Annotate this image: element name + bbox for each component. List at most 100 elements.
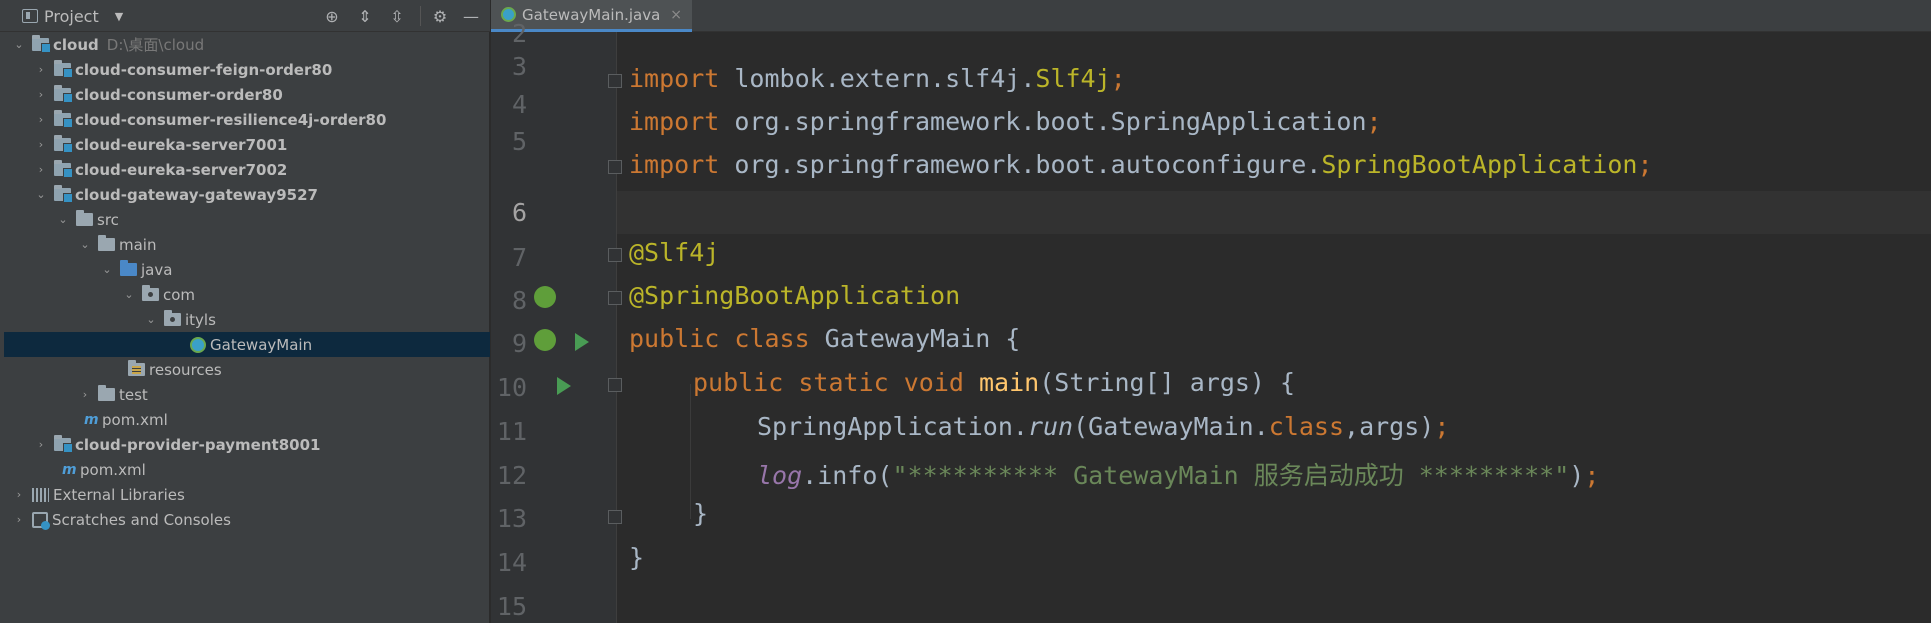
fold-marker[interactable]	[608, 291, 622, 305]
tree-item-folder[interactable]: ⌄ main	[4, 232, 490, 257]
tree-item-label: cloud-consumer-feign-order80	[75, 60, 333, 79]
tree-item-module[interactable]: › cloud-eureka-server7001	[4, 132, 490, 157]
fold-marker[interactable]	[608, 74, 622, 88]
method-name: main	[979, 368, 1040, 397]
line-number: 8	[511, 286, 527, 315]
code-line-4: import org.springframework.boot.SpringAp…	[629, 107, 1382, 136]
collapse-all-icon[interactable]: ⇳	[387, 6, 407, 26]
keyword: import	[629, 107, 720, 136]
chevron-down-icon[interactable]: ⌄	[144, 313, 158, 327]
source-folder-icon	[120, 260, 137, 276]
project-view-selector[interactable]: Project ▼	[22, 0, 123, 32]
tree-item-label: cloud-provider-payment8001	[75, 435, 321, 454]
close-icon[interactable]: ×	[670, 7, 682, 23]
keyword: class	[1268, 412, 1345, 441]
module-folder-icon	[54, 110, 73, 128]
tree-item-module[interactable]: › cloud-eureka-server7002	[4, 157, 490, 182]
string-literal: "********** GatewayMain 服务启动成功 *********…	[892, 461, 1570, 490]
module-folder-icon	[54, 85, 73, 103]
line-number: 7	[511, 243, 527, 272]
chevron-right-icon[interactable]: ›	[34, 163, 48, 177]
tree-item-package[interactable]: ⌄ ityls	[4, 307, 490, 332]
chevron-right-icon[interactable]: ›	[34, 138, 48, 152]
method-call: run	[1027, 412, 1074, 441]
tree-item-cloud[interactable]: ⌄ cloud D:\桌面\cloud	[4, 32, 490, 57]
semicolon: ;	[1637, 150, 1653, 179]
semicolon: ;	[1110, 64, 1126, 93]
spring-bean-icon[interactable]	[534, 329, 556, 351]
resources-folder-icon	[128, 360, 145, 376]
tree-item-label: pom.xml	[80, 460, 146, 479]
maven-icon: m	[62, 461, 77, 478]
tree-item-scratches[interactable]: › Scratches and Consoles	[4, 507, 490, 532]
package-path: org.springframework.boot.autoconfigure.	[719, 150, 1322, 179]
code-editor[interactable]: 2 3 4 5 6 7 8 9 10 11 12 13 14 15 import…	[491, 19, 1931, 623]
tree-item-package[interactable]: ⌄ com	[4, 282, 490, 307]
tree-item-folder[interactable]: resources	[4, 357, 490, 382]
chevron-right-icon[interactable]: ›	[34, 438, 48, 452]
chevron-right-icon[interactable]: ›	[12, 513, 26, 527]
tree-item-module[interactable]: › cloud-consumer-resilience4j-order80	[4, 107, 490, 132]
module-folder-icon	[32, 35, 51, 53]
code-text: )	[1569, 461, 1585, 490]
chevron-down-icon[interactable]: ⌄	[56, 213, 70, 227]
tree-item-label: test	[119, 385, 148, 404]
chevron-down-icon[interactable]: ⌄	[78, 238, 92, 252]
class-declaration: GatewayMain {	[809, 324, 1021, 353]
project-panel: Project ▼ ⊕ ⇕ ⇳ ⚙ — ⌄ cloud D:\桌面\cloud …	[0, 0, 490, 623]
tree-item-module[interactable]: › cloud-provider-payment8001	[4, 432, 490, 457]
code-line-12: log.info("********** GatewayMain 服务启动成功 …	[757, 456, 1599, 492]
line-number: 10	[496, 373, 527, 402]
code-text: (GatewayMain.	[1073, 412, 1269, 441]
tree-item-external-libraries[interactable]: › External Libraries	[4, 482, 490, 507]
run-icon[interactable]	[575, 333, 589, 351]
chevron-right-icon[interactable]: ›	[34, 63, 48, 77]
tree-item-file[interactable]: m pom.xml	[4, 407, 490, 432]
tree-item-folder[interactable]: › test	[4, 382, 490, 407]
line-number: 2	[511, 19, 527, 48]
tree-item-file[interactable]: m pom.xml	[4, 457, 490, 482]
code-line-7: @Slf4j	[629, 238, 719, 267]
tree-item-folder[interactable]: ⌄ src	[4, 207, 490, 232]
code-text: SpringApplication.	[757, 412, 1028, 441]
chevron-down-icon[interactable]: ⌄	[34, 188, 48, 202]
tree-item-label: cloud-eureka-server7002	[75, 160, 288, 179]
expand-all-icon[interactable]: ⇕	[355, 6, 375, 26]
tree-item-label: cloud-consumer-order80	[75, 85, 283, 104]
spring-bean-icon[interactable]	[534, 286, 556, 308]
tree-item-module[interactable]: › cloud-consumer-order80	[4, 82, 490, 107]
chevron-right-icon[interactable]: ›	[34, 88, 48, 102]
tree-item-module[interactable]: ⌄ cloud-gateway-gateway9527	[4, 182, 490, 207]
fold-marker[interactable]	[608, 510, 622, 524]
chevron-down-icon[interactable]: ⌄	[122, 288, 136, 302]
tree-item-class-gatewaymain[interactable]: GatewayMain	[4, 332, 490, 357]
maven-icon: m	[84, 411, 99, 428]
current-line-highlight	[616, 191, 1931, 234]
fold-marker[interactable]	[608, 160, 622, 174]
fold-marker[interactable]	[608, 248, 622, 262]
chevron-right-icon[interactable]: ›	[34, 113, 48, 127]
line-number: 14	[496, 548, 527, 577]
tree-item-label: cloud-eureka-server7001	[75, 135, 288, 154]
code-line-11: SpringApplication.run(GatewayMain.class,…	[757, 412, 1449, 441]
chevron-down-icon[interactable]: ⌄	[100, 263, 114, 277]
chevron-right-icon[interactable]: ›	[12, 488, 26, 502]
tree-item-folder[interactable]: ⌄ java	[4, 257, 490, 282]
module-folder-icon	[54, 135, 73, 153]
tree-item-path: D:\桌面\cloud	[106, 36, 205, 54]
annotation: @SpringBootApplication	[629, 281, 961, 310]
chevron-down-icon[interactable]: ⌄	[12, 38, 26, 52]
package-icon	[164, 310, 181, 326]
locate-icon[interactable]: ⊕	[322, 6, 342, 26]
gear-icon[interactable]: ⚙	[430, 6, 450, 26]
line-number: 13	[496, 504, 527, 533]
line-number: 3	[511, 52, 527, 81]
run-icon[interactable]	[557, 377, 571, 395]
module-folder-icon	[54, 60, 73, 78]
minimize-icon[interactable]: —	[461, 6, 481, 26]
chevron-right-icon[interactable]: ›	[78, 388, 92, 402]
fold-marker[interactable]	[608, 378, 622, 392]
field-ref: log	[757, 461, 803, 490]
tree-item-module[interactable]: › cloud-consumer-feign-order80	[4, 57, 490, 82]
keyword: public class	[629, 324, 810, 353]
